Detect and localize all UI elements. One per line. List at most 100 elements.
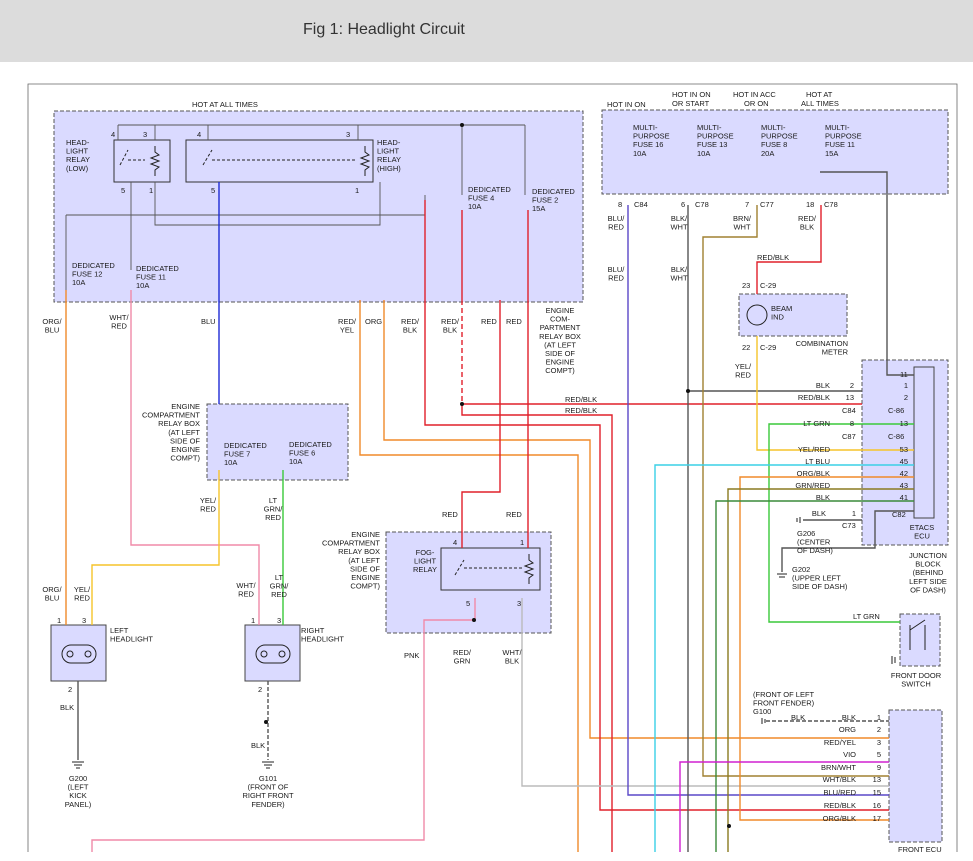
pin-high-1: 1: [355, 186, 359, 195]
headlight-relay-low: [113, 139, 171, 183]
label-junction-block: JUNCTION BLOCK (BEHIND LEFT SIDE OF DASH): [909, 551, 947, 594]
etacs-row-text: 45: [900, 457, 908, 466]
front-door-switch-box: [899, 613, 941, 667]
etacs-row-text: LT GRN: [803, 419, 830, 428]
pin-fog-3: 3: [517, 599, 521, 608]
label-wht-blk: WHT/BLK: [502, 648, 522, 666]
front-ecu-row-pin: 13: [873, 775, 881, 784]
front-ecu-row-label: WHT/BLK: [823, 775, 856, 784]
conn-c82: C82: [892, 510, 906, 519]
pin-8: 8: [618, 200, 622, 209]
front-ecu-row-label: RED/BLK: [824, 801, 856, 810]
front-ecu-row-label: BRN/WHT: [821, 763, 856, 772]
wl-pnk: PNK: [404, 651, 419, 660]
pin-fog-1: 1: [520, 538, 524, 547]
pin-fog-5: 5: [466, 599, 470, 608]
left-headlight-box: [50, 624, 107, 682]
label-left-headlight: LEFT HEADLIGHT: [110, 626, 153, 644]
front-ecu-row-label: VIO: [843, 750, 856, 759]
etacs-row-text: YEL/RED: [798, 445, 831, 454]
combination-meter-box: [738, 293, 848, 337]
label-blk-wht: BLK/WHT: [670, 214, 688, 232]
label-red-grn: RED/GRN: [453, 648, 472, 666]
etacs-row-text: 13: [900, 419, 908, 428]
label-yel-red-2: YEL/RED: [735, 362, 752, 380]
pin-high-4: 4: [197, 130, 201, 139]
wire-yel-red-left: [91, 470, 220, 625]
pin-23: 23: [742, 281, 750, 290]
conn-c77: C77: [760, 200, 774, 209]
label-eng-comp-relay-box-3: ENGINE COMPARTMENT RELAY BOX (AT LEFT SIDE O…: [322, 530, 381, 591]
pin-lh-2: 2: [68, 685, 72, 694]
label-hot-all-times-top: HOT AT ALL TIMES: [192, 100, 258, 109]
label-org-blu: ORG/BLU: [42, 585, 62, 603]
etacs-row-text: BLK: [816, 381, 830, 390]
label-blk-wht: BLK/WHT: [670, 265, 688, 283]
conn-c78b: C78: [824, 200, 838, 209]
pin-low-1: 1: [149, 186, 153, 195]
label-front-door-switch: FRONT DOOR SWITCH: [891, 671, 942, 689]
conn-c86a: C-86: [888, 406, 904, 415]
pin-rh-3: 3: [277, 616, 281, 625]
front-ecu-row-pin: 5: [877, 750, 881, 759]
label-g100: (FRONT OF LEFT FRONT FENDER) G100: [753, 690, 815, 716]
wl-red-blk-h1: RED/BLK: [565, 395, 597, 404]
etacs-row-text: 2: [850, 381, 854, 390]
pin-lh-3: 3: [82, 616, 86, 625]
label-hot-in-on-start-2: OR START: [672, 99, 710, 108]
label-hot-at-2: ALL TIMES: [801, 99, 839, 108]
conn-c84: C84: [634, 200, 648, 209]
label-hl-relay-high: HEAD-LIGHT RELAY (HIGH): [377, 138, 401, 173]
pin-low-4: 4: [111, 130, 115, 139]
pin-rh-2: 2: [258, 685, 262, 694]
etacs-row-text: 41: [900, 493, 908, 502]
wire-wht-blk-fog: [521, 598, 889, 787]
front-ecu-rows: BLK 1 ORG 2 RED/YEL 3 VIO 5 BRN/WHT 9 WHT/BLK 13 BLU…: [821, 713, 881, 823]
etacs-row-text: 13: [846, 393, 854, 402]
label-red-yel: RED/YEL: [338, 317, 357, 335]
label-hot-in-acc-2: OR ON: [744, 99, 769, 108]
label-red-blk: RED/BLK: [441, 317, 460, 335]
label-hot-in-on-start-1: HOT IN ON: [672, 90, 711, 99]
right-headlight-box: [244, 624, 301, 682]
pin-high-5: 5: [211, 186, 215, 195]
pin-11: 11: [900, 370, 908, 379]
front-ecu-row-label: BLU/RED: [823, 788, 856, 797]
label-lt-grn-red: LT GRN/RED: [264, 496, 284, 522]
wire-red-to-fog-4: [461, 300, 501, 548]
etacs-row-text: BLK: [812, 509, 826, 518]
label-wht-red: WHT/RED: [236, 581, 256, 599]
wl-blk-rh: BLK: [251, 741, 265, 750]
front-ecu-row-label: BLK: [842, 713, 856, 722]
etacs-row-text: 2: [904, 393, 908, 402]
wl-blk-lh: BLK: [60, 703, 74, 712]
label-hot-in-acc-1: HOT IN ACC: [733, 90, 776, 99]
label-hot-at-1: HOT AT: [806, 90, 833, 99]
wl-org: ORG: [365, 317, 382, 326]
label-g200: G200 (LEFT KICK PANEL): [65, 774, 92, 809]
label-red-blk: RED/BLK: [401, 317, 420, 335]
etacs-row-text: LT BLU: [805, 457, 830, 466]
etacs-row-text: 8: [850, 419, 854, 428]
front-ecu-row-pin: 16: [873, 801, 881, 810]
label-eng-comp-relay-box-1: ENGINE COM-PARTMENT RELAY BOX (AT LEFT SIDE …: [539, 306, 581, 375]
etacs-ecu-inner: [913, 366, 935, 519]
wire-org: [383, 300, 889, 739]
conn-c29b: C-29: [760, 343, 776, 352]
conn-c87: C87: [842, 432, 856, 441]
front-ecu-row-pin: 1: [877, 713, 881, 722]
etacs-row-text: GRN/RED: [795, 481, 830, 490]
fog-light-relay: [440, 547, 541, 591]
wl-lt-grn-door: LT GRN: [853, 612, 880, 621]
label-yel-red: YEL/RED: [74, 585, 91, 603]
wl-blk-g100: BLK: [791, 713, 805, 722]
pin-6: 6: [681, 200, 685, 209]
label-g206: G206 (CENTER OF DASH): [797, 529, 833, 555]
label-hot-in-on: HOT IN ON: [607, 100, 646, 109]
label-brn-wht: BRN/WHT: [733, 214, 752, 232]
front-ecu-row-label: ORG/BLK: [823, 814, 856, 823]
pin-7: 7: [745, 200, 749, 209]
label-g202: G202 (UPPER LEFT SIDE OF DASH): [792, 565, 848, 591]
label-g101: G101 (FRONT OF RIGHT FRONT FENDER): [242, 774, 294, 809]
label-red-blk-2: RED/BLK: [798, 214, 817, 232]
